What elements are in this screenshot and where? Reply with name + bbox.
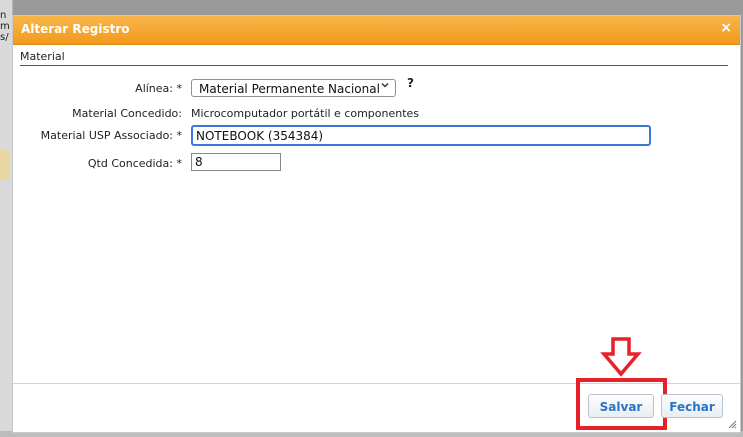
section-divider: [20, 65, 728, 66]
material-usp-label: Material USP Associado: *: [40, 129, 182, 142]
alinea-selected-value: Material Permanente Nacional: [199, 82, 380, 96]
background-text-fragment: s/: [0, 32, 9, 43]
help-icon[interactable]: ?: [407, 76, 414, 90]
qtd-concedida-input[interactable]: [191, 153, 281, 171]
material-concedido-value: Microcomputador portátil e componentes: [191, 107, 420, 120]
down-arrow-icon: [600, 337, 642, 377]
background-text-fragment: n: [0, 10, 7, 21]
alinea-select[interactable]: Material Permanente Nacional: [191, 79, 396, 97]
section-title: Material: [20, 50, 65, 63]
qtd-concedida-label: Qtd Concedida: *: [87, 157, 182, 170]
material-usp-input[interactable]: [191, 125, 651, 146]
close-icon[interactable]: ×: [720, 20, 732, 36]
chevron-down-icon: [379, 80, 391, 92]
material-concedido-label: Material Concedido:: [72, 107, 182, 120]
background-highlight: [0, 150, 10, 180]
fechar-button[interactable]: Fechar: [661, 394, 723, 418]
alterar-registro-dialog: Alterar Registro × Material Alínea: * Ma…: [12, 15, 741, 433]
alinea-label: Alínea: *: [135, 82, 182, 95]
dialog-titlebar[interactable]: Alterar Registro ×: [13, 16, 740, 45]
salvar-button[interactable]: Salvar: [588, 394, 654, 418]
resize-grip-icon[interactable]: [728, 420, 737, 429]
background-text-fragment: m: [0, 21, 10, 32]
dialog-title: Alterar Registro: [21, 22, 130, 36]
